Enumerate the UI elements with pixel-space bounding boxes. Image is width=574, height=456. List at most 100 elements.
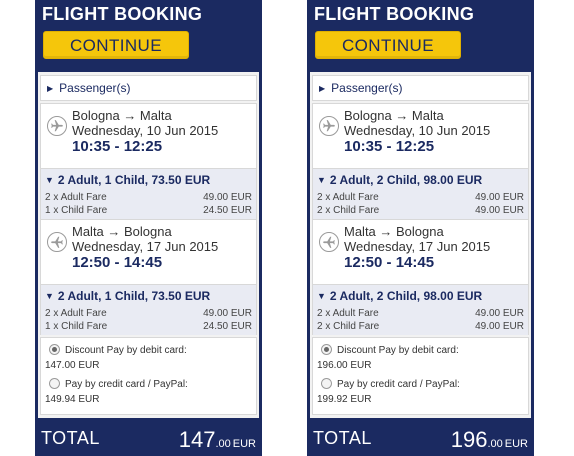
flight-route: Malta → Bologna <box>72 224 172 239</box>
debit-amount: 147.00 EUR <box>45 360 100 371</box>
fare-label: 2 x Child Fare <box>317 321 380 332</box>
fare-summary-toggle[interactable]: ▼ 2 Adult, 2 Child, 98.00 EUR <box>317 289 482 303</box>
fare-summary-text: 2 Adult, 2 Child, 98.00 EUR <box>329 289 483 303</box>
credit-radio[interactable] <box>49 378 60 389</box>
flight-card-return: Malta → Bologna Wednesday, 17 Jun 2015 1… <box>40 219 257 335</box>
debit-radio[interactable] <box>321 344 332 355</box>
fare-amount: 49.00 EUR <box>475 205 524 216</box>
fare-label: 2 x Adult Fare <box>45 192 107 203</box>
total-label: TOTAL <box>41 428 100 448</box>
fare-amount: 49.00 EUR <box>475 192 524 203</box>
credit-amount: 149.94 EUR <box>45 394 100 405</box>
flight-route: Malta → Bologna <box>344 224 444 239</box>
triangle-down-icon: ▼ <box>45 175 54 185</box>
passengers-toggle[interactable]: ▶ Passenger(s) <box>40 75 257 101</box>
total-currency: EUR <box>232 438 256 450</box>
flight-date: Wednesday, 17 Jun 2015 <box>344 239 491 254</box>
booking-panel-right: FLIGHT BOOKING CONTINUE ▶ Passenger(s) Bo… <box>307 0 534 456</box>
continue-button[interactable]: CONTINUE <box>315 31 461 59</box>
panel-header: FLIGHT BOOKING CONTINUE <box>307 0 534 70</box>
booking-content: ▶ Passenger(s) Bologna → Malta Wednesday,… <box>38 72 259 418</box>
passengers-toggle[interactable]: ▶ Passenger(s) <box>312 75 529 101</box>
debit-label: Discount Pay by debit card: <box>65 345 187 356</box>
flight-route: Bologna → Malta <box>344 108 444 123</box>
fare-line: 2 x Adult Fare 49.00 EUR <box>317 308 524 319</box>
flight-route: Bologna → Malta <box>72 108 172 123</box>
fare-amount: 49.00 EUR <box>203 308 252 319</box>
fare-line: 1 x Child Fare 24.50 EUR <box>45 205 252 216</box>
total-bar: TOTAL 196.00 EUR <box>307 418 534 456</box>
fare-line: 2 x Adult Fare 49.00 EUR <box>45 308 252 319</box>
fare-line: 2 x Adult Fare 49.00 EUR <box>45 192 252 203</box>
fare-amount: 24.50 EUR <box>203 205 252 216</box>
fare-breakdown: ▼ 2 Adult, 2 Child, 98.00 EUR 2 x Adult F… <box>313 284 528 335</box>
total-decimal: .00 <box>487 438 503 450</box>
airplane-icon <box>319 232 339 252</box>
flight-card-outbound: Bologna → Malta Wednesday, 10 Jun 2015 1… <box>312 103 529 219</box>
credit-card-option[interactable]: Pay by credit card / PayPal: <box>45 378 188 390</box>
fare-label: 2 x Adult Fare <box>317 308 379 319</box>
total-currency: EUR <box>504 438 528 450</box>
flight-card-return: Malta → Bologna Wednesday, 17 Jun 2015 1… <box>312 219 529 335</box>
total-value: 147.00 EUR <box>179 427 256 453</box>
fare-line: 2 x Adult Fare 49.00 EUR <box>317 192 524 203</box>
credit-label: Pay by credit card / PayPal: <box>337 379 460 390</box>
flight-date: Wednesday, 10 Jun 2015 <box>344 123 491 138</box>
flight-times: 10:35 - 12:25 <box>72 138 163 155</box>
flight-date: Wednesday, 10 Jun 2015 <box>72 123 219 138</box>
fare-line: 1 x Child Fare 24.50 EUR <box>45 321 252 332</box>
debit-card-option[interactable]: Discount Pay by debit card: <box>317 344 459 356</box>
total-decimal: .00 <box>215 438 231 450</box>
continue-button[interactable]: CONTINUE <box>43 31 189 59</box>
credit-amount: 199.92 EUR <box>317 394 372 405</box>
debit-card-option[interactable]: Discount Pay by debit card: <box>45 344 187 356</box>
debit-amount: 196.00 EUR <box>317 360 372 371</box>
header-title: FLIGHT BOOKING <box>42 4 203 24</box>
panel-header: FLIGHT BOOKING CONTINUE <box>35 0 262 70</box>
fare-summary-text: 2 Adult, 1 Child, 73.50 EUR <box>57 173 211 187</box>
credit-card-option[interactable]: Pay by credit card / PayPal: <box>317 378 460 390</box>
credit-radio[interactable] <box>321 378 332 389</box>
debit-label: Discount Pay by debit card: <box>337 345 459 356</box>
fare-label: 1 x Child Fare <box>45 321 108 332</box>
flight-times: 12:50 - 14:45 <box>344 254 435 271</box>
booking-content: ▶ Passenger(s) Bologna → Malta Wednesday,… <box>310 72 531 418</box>
triangle-right-icon: ▶ <box>47 84 54 93</box>
fare-label: 1 x Child Fare <box>45 205 108 216</box>
fare-breakdown: ▼ 2 Adult, 1 Child, 73.50 EUR 2 x Adult F… <box>41 284 256 335</box>
fare-breakdown: ▼ 2 Adult, 1 Child, 73.50 EUR 2 x Adult F… <box>41 168 256 219</box>
debit-radio[interactable] <box>49 344 60 355</box>
fare-line: 2 x Child Fare 49.00 EUR <box>317 321 524 332</box>
airplane-icon <box>47 232 67 252</box>
total-integer: 147 <box>178 427 216 452</box>
fare-label: 2 x Child Fare <box>317 205 380 216</box>
fare-line: 2 x Child Fare 49.00 EUR <box>317 205 524 216</box>
fare-summary-toggle[interactable]: ▼ 2 Adult, 2 Child, 98.00 EUR <box>317 173 482 187</box>
fare-amount: 49.00 EUR <box>475 308 524 319</box>
fare-summary-toggle[interactable]: ▼ 2 Adult, 1 Child, 73.50 EUR <box>45 173 210 187</box>
fare-summary-text: 2 Adult, 2 Child, 98.00 EUR <box>329 173 483 187</box>
fare-label: 2 x Adult Fare <box>45 308 107 319</box>
airplane-icon <box>319 116 339 136</box>
flight-date: Wednesday, 17 Jun 2015 <box>72 239 219 254</box>
triangle-down-icon: ▼ <box>317 175 326 185</box>
total-label: TOTAL <box>313 428 372 448</box>
passengers-label: Passenger(s) <box>331 81 403 95</box>
flight-times: 12:50 - 14:45 <box>72 254 163 271</box>
triangle-right-icon: ▶ <box>319 84 326 93</box>
flight-times: 10:35 - 12:25 <box>344 138 435 155</box>
fare-summary-toggle[interactable]: ▼ 2 Adult, 1 Child, 73.50 EUR <box>45 289 210 303</box>
airplane-icon <box>47 116 67 136</box>
total-value: 196.00 EUR <box>451 427 528 453</box>
credit-label: Pay by credit card / PayPal: <box>65 379 188 390</box>
booking-panel-left: FLIGHT BOOKING CONTINUE ▶ Passenger(s) Bo… <box>35 0 262 456</box>
payment-options: Discount Pay by debit card: 196.00 EUR P… <box>312 337 529 415</box>
fare-label: 2 x Adult Fare <box>317 192 379 203</box>
fare-summary-text: 2 Adult, 1 Child, 73.50 EUR <box>57 289 211 303</box>
triangle-down-icon: ▼ <box>317 291 326 301</box>
passengers-label: Passenger(s) <box>59 81 131 95</box>
payment-options: Discount Pay by debit card: 147.00 EUR P… <box>40 337 257 415</box>
fare-amount: 49.00 EUR <box>203 192 252 203</box>
fare-breakdown: ▼ 2 Adult, 2 Child, 98.00 EUR 2 x Adult F… <box>313 168 528 219</box>
fare-amount: 24.50 EUR <box>203 321 252 332</box>
